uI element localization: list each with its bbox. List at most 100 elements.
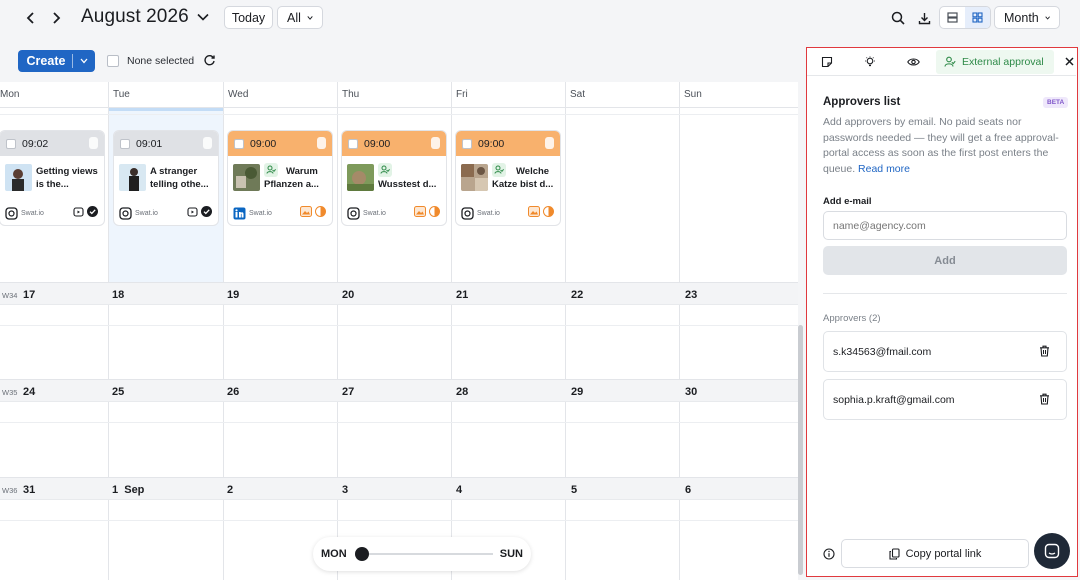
- post-card[interactable]: 09:00 Welche Katze bist d... Swat.io: [455, 130, 561, 226]
- post-checkbox[interactable]: [348, 138, 358, 149]
- post-time: 09:00: [250, 137, 277, 150]
- next-month-button[interactable]: [46, 8, 66, 28]
- create-options-button[interactable]: [73, 58, 95, 64]
- add-approver-button[interactable]: Add: [823, 246, 1067, 275]
- layout-toggle: [939, 6, 991, 29]
- month-picker[interactable]: August 2026: [81, 6, 209, 28]
- chat-support-button[interactable]: [1034, 533, 1070, 569]
- list-view-button[interactable]: [940, 7, 965, 28]
- month-title: August 2026: [81, 6, 189, 27]
- view-dropdown[interactable]: Month: [994, 6, 1060, 29]
- date-cell[interactable]: 17: [23, 289, 35, 301]
- date-cell[interactable]: 22: [571, 289, 583, 301]
- today-button[interactable]: Today: [224, 6, 273, 29]
- date-cell[interactable]: 4: [456, 484, 462, 496]
- instagram-icon: [5, 206, 18, 220]
- date-cell[interactable]: 27: [342, 386, 354, 398]
- post-card[interactable]: 09:00 Wusstest d... Swat.io: [341, 130, 447, 226]
- info-button[interactable]: [823, 548, 835, 563]
- read-more-link[interactable]: Read more: [858, 163, 910, 175]
- post-checkbox[interactable]: [234, 138, 244, 149]
- date-cell[interactable]: 28: [456, 386, 468, 398]
- refresh-button[interactable]: [203, 54, 216, 70]
- instagram-icon: [347, 206, 360, 220]
- top-bar: August 2026 Today All Month: [0, 0, 1080, 36]
- list-view-icon: [947, 12, 958, 23]
- download-icon: [918, 12, 930, 24]
- date-cell[interactable]: 6: [685, 484, 691, 496]
- post-card[interactable]: 09:02 Getting views is the... Swat.io: [0, 130, 105, 226]
- post-checkbox[interactable]: [462, 138, 472, 149]
- date-cell[interactable]: 1 Sep: [112, 484, 144, 496]
- weekday-mon: Mon: [0, 89, 20, 100]
- tab-notes[interactable]: [820, 55, 834, 69]
- date-cell[interactable]: 23: [685, 289, 697, 301]
- slider-start-label: MON: [321, 548, 347, 560]
- trash-icon: [1040, 393, 1049, 405]
- post-text: Getting views is the...: [36, 166, 98, 190]
- tab-preview[interactable]: [906, 55, 920, 69]
- pin-icon: [431, 137, 440, 149]
- post-text: Warum Pflanzen a...: [264, 166, 319, 190]
- post-card[interactable]: 09:00 Warum Pflanzen a... Swat.io: [227, 130, 333, 226]
- date-cell[interactable]: 25: [112, 386, 124, 398]
- pin-icon: [203, 137, 212, 149]
- date-cell[interactable]: 2: [227, 484, 233, 496]
- date-cell[interactable]: 30: [685, 386, 697, 398]
- post-text: A stranger telling othe...: [150, 166, 209, 190]
- date-cell[interactable]: 18: [112, 289, 124, 301]
- date-cell[interactable]: 5: [571, 484, 577, 496]
- image-post-icon: [528, 206, 540, 217]
- close-panel-button[interactable]: [1062, 54, 1076, 68]
- instagram-icon: [461, 206, 474, 220]
- post-text: Wusstest d...: [378, 179, 437, 190]
- image-post-icon: [414, 206, 426, 217]
- download-button[interactable]: [914, 8, 934, 28]
- beta-badge: BETA: [1043, 97, 1069, 108]
- delete-approver-button[interactable]: [1039, 393, 1050, 408]
- filter-dropdown[interactable]: All: [277, 6, 323, 29]
- date-cell[interactable]: 19: [227, 289, 239, 301]
- create-button[interactable]: Create: [18, 50, 95, 72]
- post-card[interactable]: 09:01 A stranger telling othe... Swat.io: [113, 130, 219, 226]
- date-cell[interactable]: 26: [227, 386, 239, 398]
- slider-handle[interactable]: [355, 547, 369, 561]
- chevron-down-icon: [80, 58, 88, 64]
- post-thumbnail: [347, 164, 374, 191]
- grid-view-button[interactable]: [965, 7, 990, 28]
- date-cell[interactable]: 3: [342, 484, 348, 496]
- email-field[interactable]: [823, 211, 1067, 240]
- approver-email: s.k34563@fmail.com: [833, 346, 932, 358]
- brand-name: Swat.io: [21, 209, 44, 217]
- refresh-icon: [204, 55, 215, 66]
- post-thumbnail: [5, 164, 32, 191]
- delete-approver-button[interactable]: [1039, 345, 1050, 360]
- week-row-w36: W36 31 1 Sep 2 3 4 5 6: [0, 477, 798, 500]
- date-cell[interactable]: 29: [571, 386, 583, 398]
- prev-month-button[interactable]: [21, 8, 41, 28]
- date-cell[interactable]: 21: [456, 289, 468, 301]
- tab-insights[interactable]: [863, 55, 877, 69]
- slider-track[interactable]: [361, 553, 493, 555]
- search-button[interactable]: [888, 8, 908, 28]
- post-checkbox[interactable]: [6, 138, 16, 149]
- panel-title: Approvers list: [823, 96, 901, 108]
- week-start-slider: MON SUN: [313, 537, 531, 571]
- brand-name: Swat.io: [135, 209, 158, 217]
- instagram-icon: [119, 206, 132, 220]
- pin-icon: [89, 137, 98, 149]
- tab-external-approval[interactable]: External approval: [936, 50, 1054, 74]
- weekday-sun: Sun: [684, 89, 702, 100]
- date-cell[interactable]: 20: [342, 289, 354, 301]
- week-row-w35: W35 24 25 26 27 28 29 30: [0, 379, 798, 402]
- post-checkbox[interactable]: [120, 138, 130, 149]
- post-time: 09:01: [136, 137, 163, 150]
- pin-icon: [545, 137, 554, 149]
- copy-portal-link-button[interactable]: Copy portal link: [841, 539, 1029, 568]
- date-cell[interactable]: 24: [23, 386, 35, 398]
- week-label: W35: [2, 388, 18, 397]
- calendar-scrollbar[interactable]: [798, 325, 803, 575]
- date-cell[interactable]: 31: [23, 484, 35, 496]
- email-field-label: Add e-mail: [823, 196, 872, 207]
- select-all-checkbox[interactable]: [107, 55, 119, 67]
